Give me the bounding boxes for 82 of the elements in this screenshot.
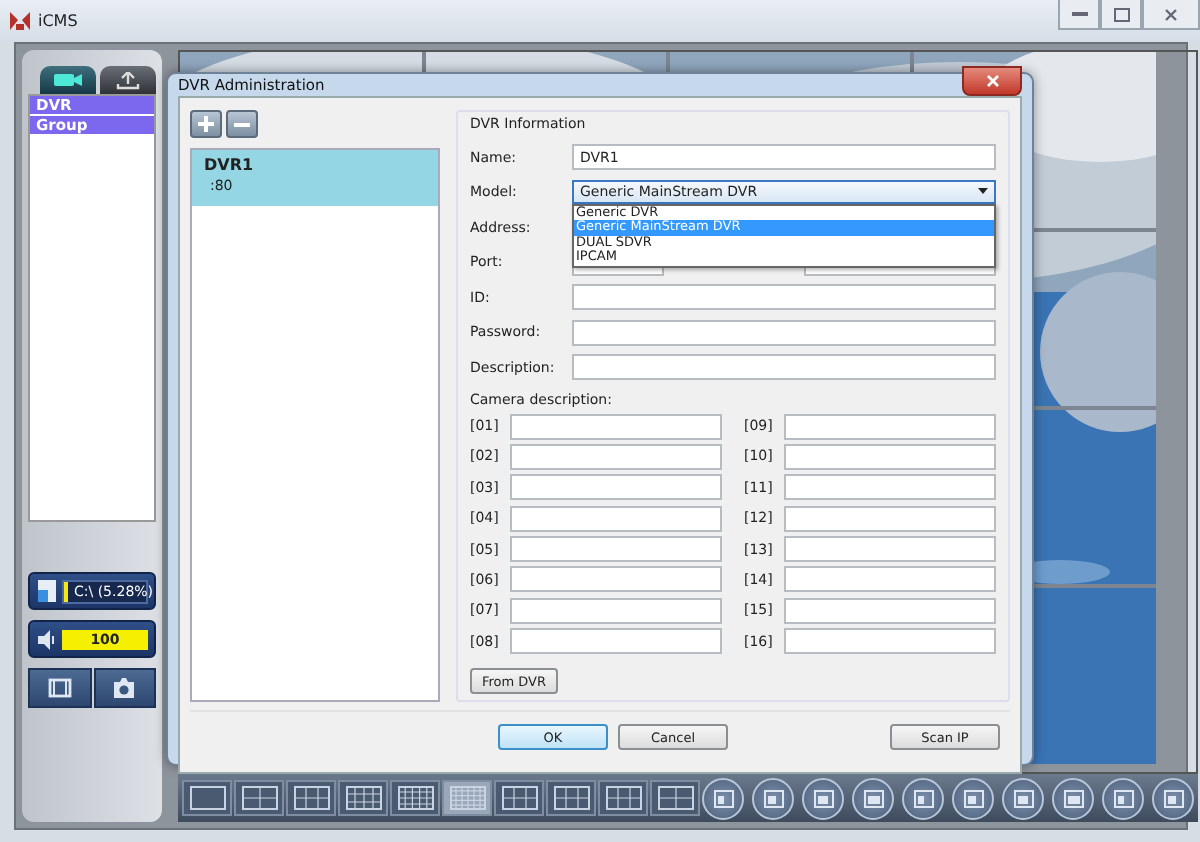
caret-icon	[978, 188, 988, 195]
close-button[interactable]	[962, 66, 1022, 96]
input-field[interactable]	[510, 413, 722, 439]
toolbar-button[interactable]	[752, 777, 794, 819]
input-field[interactable]	[572, 354, 996, 381]
add-button[interactable]	[190, 110, 222, 138]
record-button[interactable]	[28, 668, 91, 708]
window-icon	[1063, 789, 1083, 807]
maximize-button[interactable]	[1100, 0, 1142, 30]
grid-icon	[241, 786, 277, 810]
grid-icon	[553, 786, 589, 810]
input-field[interactable]	[784, 474, 996, 501]
speaker-icon	[36, 629, 58, 649]
layout-button[interactable]	[650, 780, 700, 816]
input-field[interactable]	[784, 443, 996, 470]
window-icon	[813, 789, 833, 807]
minimize-icon	[1071, 11, 1087, 17]
toolbar-button[interactable]	[702, 777, 744, 819]
input-field[interactable]	[784, 597, 996, 624]
toolbar-button[interactable]	[1102, 777, 1144, 819]
layout-button[interactable]	[338, 780, 388, 816]
toolbar-button[interactable]	[902, 777, 944, 819]
camera-icon	[54, 72, 82, 88]
toolbar-button[interactable]	[1002, 777, 1044, 819]
close-icon	[1164, 7, 1178, 21]
input-field[interactable]	[572, 284, 996, 311]
layout-button[interactable]	[286, 780, 336, 816]
grid-icon	[397, 786, 433, 810]
window-icon	[1163, 789, 1183, 807]
maximize-icon	[1113, 7, 1129, 21]
camera-icon	[112, 678, 137, 698]
window-icon	[963, 789, 983, 807]
window-title: iCMS	[38, 12, 80, 30]
input-field[interactable]	[784, 413, 996, 439]
input-field[interactable]	[784, 536, 996, 563]
toolbar-button[interactable]	[1152, 777, 1194, 819]
layout-button[interactable]	[390, 780, 440, 816]
window-icon	[863, 789, 883, 807]
toolbar-button[interactable]	[1052, 777, 1094, 819]
app-icon	[10, 12, 30, 30]
window-icon	[1113, 789, 1133, 807]
layout-button[interactable]	[182, 780, 232, 816]
input-field[interactable]	[784, 566, 996, 593]
upload-icon	[116, 71, 140, 89]
minus-icon	[234, 121, 250, 127]
input-field[interactable]	[510, 566, 722, 593]
grid-icon	[657, 786, 693, 810]
grid-icon	[293, 786, 329, 810]
input-field[interactable]	[510, 597, 722, 624]
remove-button[interactable]	[226, 110, 258, 138]
close-icon	[985, 74, 999, 88]
input-field[interactable]	[510, 505, 722, 532]
input-field[interactable]	[510, 628, 722, 655]
input-field[interactable]	[510, 443, 722, 470]
sidebar-tab[interactable]	[40, 66, 96, 94]
window-icon	[713, 789, 733, 807]
input-field[interactable]	[572, 319, 996, 346]
input-field[interactable]	[784, 628, 996, 655]
grid-icon	[501, 786, 537, 810]
sidebar-tab[interactable]	[100, 66, 156, 94]
input-field[interactable]	[510, 474, 722, 501]
layout-button[interactable]	[494, 780, 544, 816]
toolbar-button[interactable]	[802, 777, 844, 819]
plus-icon	[198, 116, 214, 132]
window-icon	[763, 789, 783, 807]
snapshot-button[interactable]	[93, 668, 156, 708]
layout-button[interactable]	[546, 780, 596, 816]
grid-icon	[449, 786, 485, 810]
close-button[interactable]	[1142, 0, 1200, 30]
minimize-button[interactable]	[1058, 0, 1100, 30]
grid-icon	[189, 786, 225, 810]
window-icon	[913, 789, 933, 807]
layout-button[interactable]	[598, 780, 648, 816]
grid-icon	[345, 786, 381, 810]
input-field[interactable]	[784, 505, 996, 532]
layout-button[interactable]	[234, 780, 284, 816]
toolbar-button[interactable]	[952, 777, 994, 819]
toolbar-button[interactable]	[852, 777, 894, 819]
input-field[interactable]	[510, 536, 722, 563]
film-icon	[47, 678, 72, 698]
window-icon	[1013, 789, 1033, 807]
grid-icon	[605, 786, 641, 810]
